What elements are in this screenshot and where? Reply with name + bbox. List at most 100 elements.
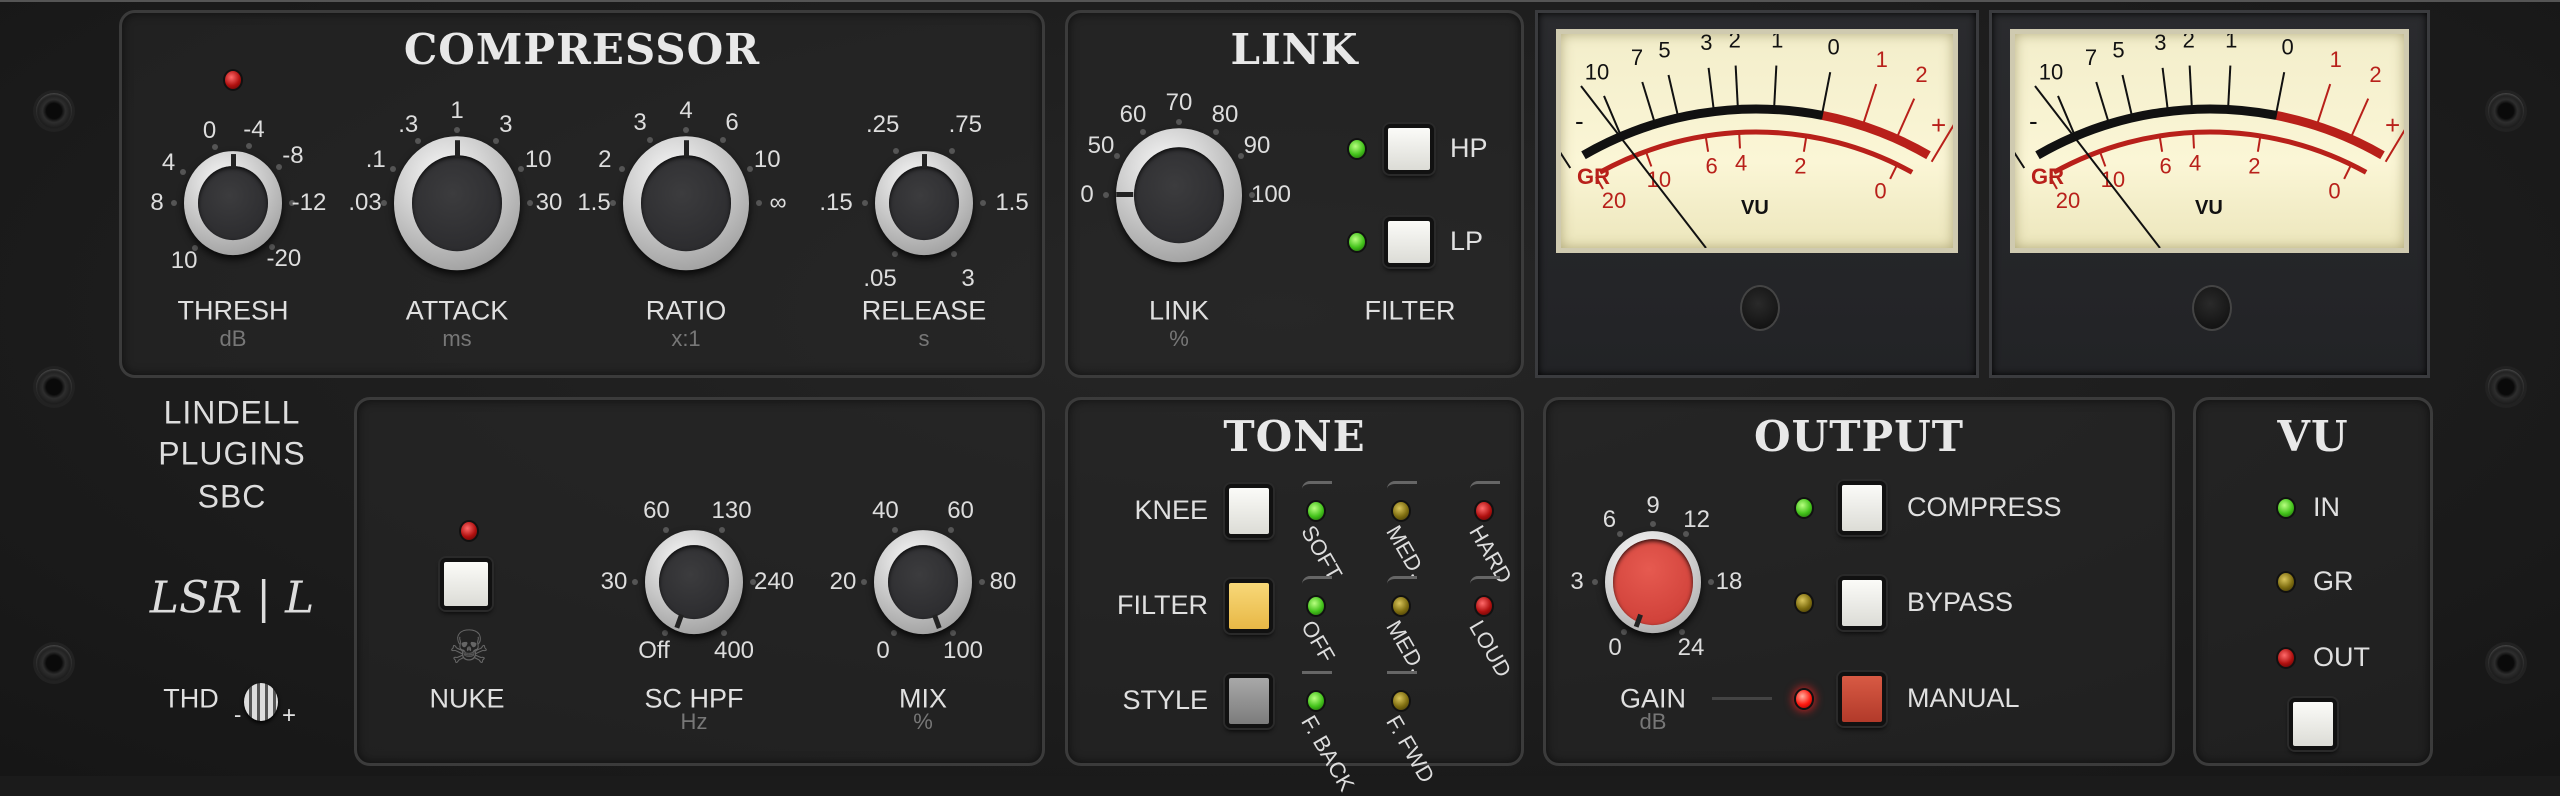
scale-dot (454, 127, 460, 133)
knob-pointer (875, 151, 973, 255)
mode-bypass-button[interactable] (1838, 576, 1886, 630)
tone-style-button[interactable] (1225, 674, 1273, 728)
vu-source-label: IN (2313, 492, 2340, 522)
link-knob-scale-label: 80 (1211, 101, 1239, 129)
mode-led (1794, 688, 1814, 710)
release-knob-scale-label: .25 (865, 111, 900, 139)
link-knob-unit: % (1169, 326, 1189, 351)
zero-adjust-screw[interactable] (2192, 285, 2232, 331)
plugin-rack: COMPRESSOR LINK HP LP FILTER 20107532101… (0, 0, 2560, 796)
tone-knee-button[interactable] (1225, 484, 1273, 538)
tone-option-led (1306, 500, 1326, 522)
scale-dot (661, 630, 668, 637)
tone-option-led (1306, 595, 1326, 617)
scale-dot (1176, 119, 1182, 125)
vu-scale-label: 7 (2085, 45, 2097, 70)
thd-label: THD (163, 683, 219, 714)
lp-filter-button[interactable] (1384, 217, 1434, 267)
release-knob-scale-label: .75 (948, 111, 982, 139)
ratio-knob-unit: x:1 (671, 326, 701, 351)
vu-scale-label: 10 (2039, 59, 2063, 84)
gr-tick (1645, 152, 1653, 167)
mix-knob-scale-label: 0 (876, 637, 890, 665)
link-knob[interactable] (1116, 128, 1242, 262)
vu-scale-label: 1 (2330, 47, 2342, 72)
output-title: OUTPUT (1754, 412, 1964, 461)
rack-screw-icon (36, 645, 72, 681)
thresh-knob-scale-label: 8 (150, 189, 164, 216)
release-knob-label: RELEASE (861, 295, 987, 326)
vu-scale-label: 2 (1729, 34, 1741, 53)
mode-manual-button[interactable] (1838, 672, 1886, 726)
mode-compress-button[interactable] (1838, 481, 1886, 535)
attack-knob-scale-label: 10 (524, 145, 552, 173)
sc-hpf-knob[interactable] (645, 530, 743, 634)
thresh-knob[interactable] (184, 151, 282, 255)
zero-adjust-screw[interactable] (1740, 285, 1780, 331)
gr-scale-label: 0 (2328, 179, 2340, 204)
link-knob-scale-label: 60 (1119, 101, 1147, 129)
rack-screw-icon (2488, 645, 2524, 681)
lp-led (1347, 231, 1367, 253)
scale-dot (381, 200, 387, 206)
release-knob[interactable] (875, 151, 973, 255)
link-knob-scale-label: 0 (1080, 181, 1094, 208)
vu-meter-left: 201075321012320106420-+GRVU (1535, 10, 1979, 378)
gr-tick (1802, 137, 1808, 152)
attack-knob-label: ATTACK (405, 295, 509, 326)
rack-screw-icon (2488, 93, 2524, 129)
gr-tick (1704, 137, 1710, 152)
gain-knob[interactable] (1605, 531, 1701, 633)
ratio-knob[interactable] (623, 136, 749, 270)
brand-line1: LINDELL (163, 394, 301, 431)
mix-knob-scale-label: 100 (942, 637, 984, 665)
vu-scale-label: 2 (2183, 34, 2195, 53)
option-marker-icon (1387, 576, 1417, 584)
mode-led (1794, 592, 1814, 614)
lsr-logo: LSR | L (149, 572, 315, 624)
attack-knob-scale-label: .3 (398, 110, 419, 138)
thresh-knob-scale-label: -12 (291, 189, 327, 216)
vu-scale-label: 5 (1658, 37, 1670, 62)
vu-plus-label: + (1931, 110, 1946, 140)
gr-tick (2343, 165, 2352, 180)
vu-scale-label: 1 (2225, 34, 2237, 53)
gain-link-line (1712, 697, 1772, 700)
vu-scale-label: 0 (2282, 34, 2294, 59)
gain-knob-scale-label: 12 (1683, 505, 1710, 533)
hp-filter-button[interactable] (1384, 124, 1434, 174)
vu-source-button[interactable] (2289, 698, 2337, 750)
scale-dot (1708, 579, 1714, 585)
scale-dot (683, 127, 689, 133)
scale-dot (718, 526, 725, 533)
tone-option-led (1391, 595, 1411, 617)
rack-screw-icon (2488, 369, 2524, 405)
link-knob-scale-label: 100 (1250, 181, 1292, 208)
gr-tick (2099, 152, 2107, 167)
attack-knob[interactable] (394, 136, 520, 270)
vu-source-led (2276, 497, 2296, 519)
thresh-knob-scale-label: -4 (243, 115, 265, 143)
ratio-knob-scale-label: 6 (725, 109, 739, 137)
scale-dot (979, 579, 985, 585)
mix-knob[interactable] (874, 530, 972, 634)
vu-arc-red (1820, 110, 1931, 160)
sc-hpf-knob-unit: Hz (680, 709, 708, 734)
tone-filter-button[interactable] (1225, 579, 1273, 633)
link-knob-scale-label: 70 (1165, 89, 1193, 116)
vu-scale-label: 0 (1828, 34, 1840, 59)
gr-tick (2256, 137, 2262, 152)
gr-scale-label: 6 (1705, 153, 1717, 178)
release-knob-scale-label: 1.5 (995, 189, 1029, 216)
vu-scale-label: 5 (2112, 37, 2124, 62)
tone-option-led (1391, 500, 1411, 522)
gr-scale-label: 2 (1794, 153, 1806, 178)
vu-source-label: GR (2313, 566, 2354, 596)
mode-led (1794, 497, 1814, 519)
option-marker-icon (1470, 481, 1500, 489)
nuke-button[interactable] (440, 558, 492, 610)
link-title: LINK (1230, 25, 1359, 74)
vu-scale-label: 1 (1771, 34, 1783, 53)
knob-pointer (1112, 132, 1246, 258)
thd-trim-knob[interactable] (244, 683, 278, 721)
